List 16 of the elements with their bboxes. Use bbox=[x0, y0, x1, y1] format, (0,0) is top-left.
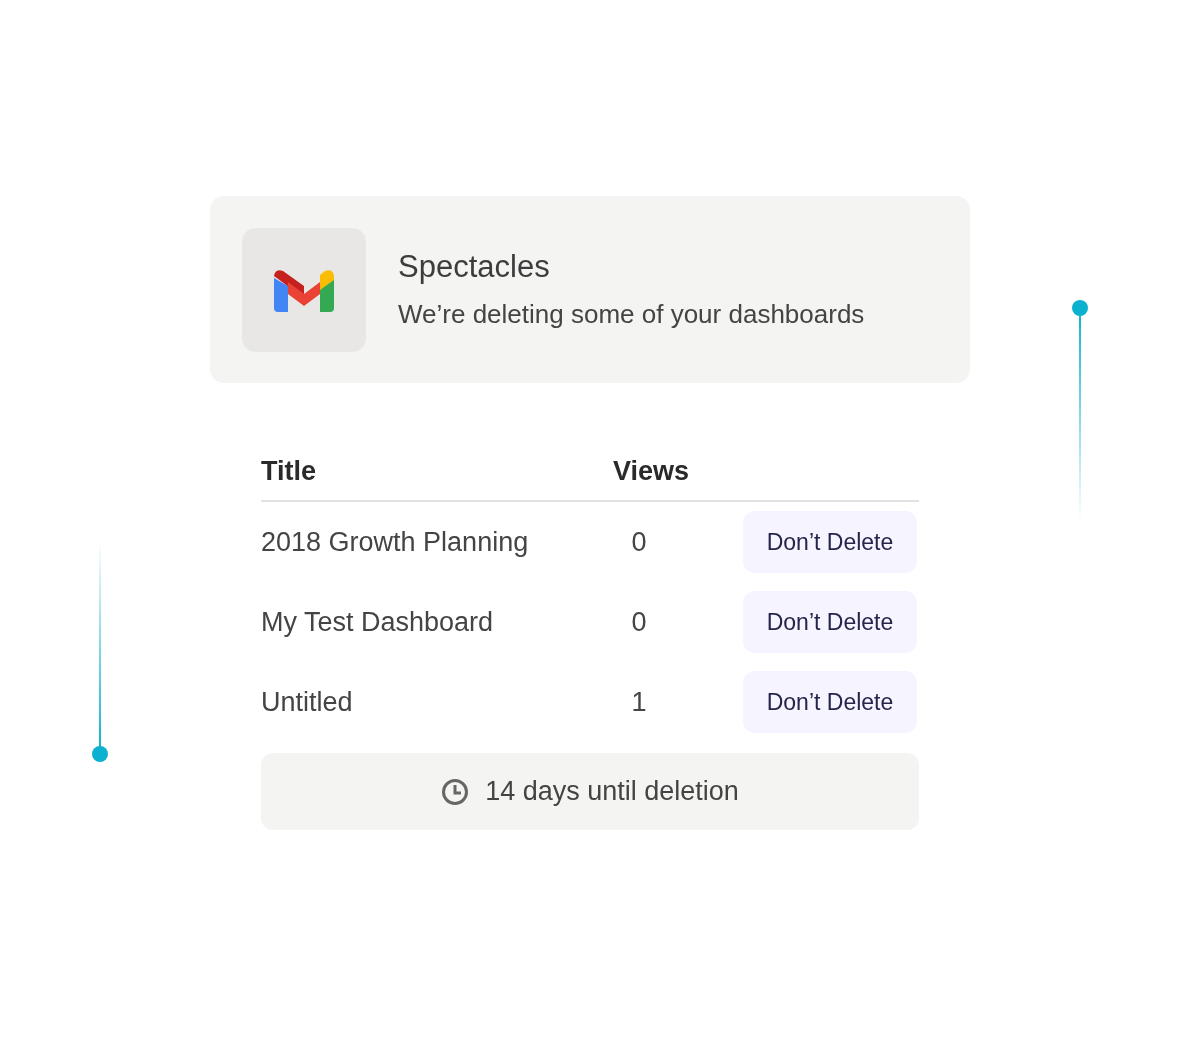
deletion-countdown: 14 days until deletion bbox=[485, 776, 739, 807]
dont-delete-button[interactable]: Don’t Delete bbox=[743, 511, 917, 573]
mail-logo-icon bbox=[274, 267, 334, 312]
dashboard-title: Untitled bbox=[261, 686, 354, 718]
dashboard-title: 2018 Growth Planning bbox=[261, 526, 530, 558]
dont-delete-button[interactable]: Don’t Delete bbox=[743, 591, 917, 653]
dont-delete-button[interactable]: Don’t Delete bbox=[743, 671, 917, 733]
clock-icon bbox=[441, 777, 470, 806]
column-header: Title bbox=[261, 456, 317, 487]
app-name: Spectacles bbox=[398, 249, 551, 285]
notification-message: We’re deleting some of your dashboards bbox=[398, 299, 865, 330]
dashboard-title: My Test Dashboard bbox=[261, 606, 495, 638]
view-count: 1 bbox=[630, 686, 648, 718]
column-header: Views bbox=[613, 456, 691, 487]
view-count: 0 bbox=[630, 526, 648, 558]
view-count: 0 bbox=[630, 606, 648, 638]
